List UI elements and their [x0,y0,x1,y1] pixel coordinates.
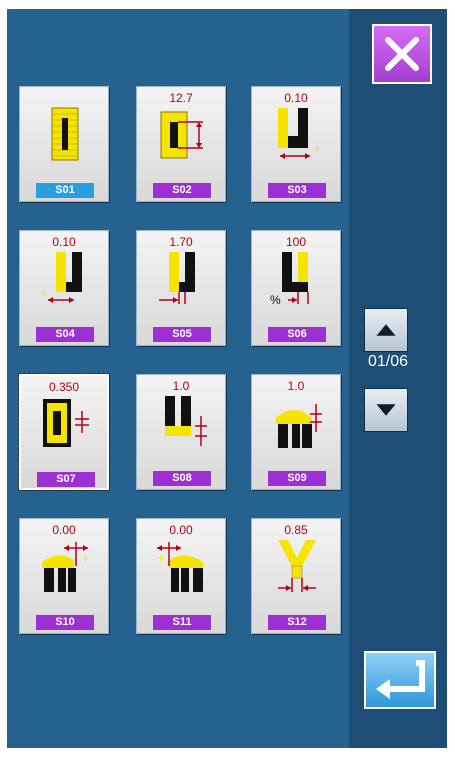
pattern-grid: S01 12.7 S02 0.10 + S03 0.10 + S04 1.70 … [18,86,341,646]
pattern-label: S07 [37,472,95,487]
svg-text:+: + [157,551,164,565]
close-icon [385,37,419,71]
pattern-label: S04 [36,327,94,342]
pattern-button-s05[interactable]: 1.70 S05 [136,230,226,346]
pattern-label: S01 [36,183,94,198]
pattern-value: 100 [285,235,307,249]
svg-text:+: + [82,551,89,565]
pattern-value [20,91,108,105]
pattern-label: S10 [36,615,94,630]
arch-right-offset-icon: + [42,542,89,592]
pattern-button-s07[interactable]: 0.350 S07 [18,373,110,491]
pattern-value: 1.0 [172,379,190,393]
y-bartack-gap-icon [278,540,316,592]
bartack-width-icon [43,399,89,447]
pattern-button-s12[interactable]: 0.85 S12 [251,518,341,634]
pattern-button-s04[interactable]: 0.10 + S04 [19,230,109,346]
pattern-label: S06 [268,327,326,342]
pattern-button-s01[interactable]: S01 [19,86,109,202]
svg-text:+: + [40,285,47,299]
pattern-value: 1.70 [169,235,193,249]
pattern-button-s08[interactable]: 1.0 S08 [136,374,226,490]
eyelet-density-icon: % [270,252,309,306]
enter-button[interactable] [364,651,436,709]
page-down-button[interactable] [364,388,408,432]
pattern-value: 12.7 [169,91,193,105]
page-indicator: 01/06 [367,353,409,370]
eyelet-left-offset-icon: + [40,252,82,303]
pattern-button-s03[interactable]: 0.10 + S03 [251,86,341,202]
up-arrow-icon [376,324,396,336]
pattern-label: S02 [153,183,211,198]
pattern-value: 0.10 [284,91,308,105]
u-bartack-height-icon [165,396,207,446]
down-arrow-icon [376,404,396,416]
rectangle-bartack-icon [51,107,79,161]
pattern-label: S12 [268,615,326,630]
pattern-value: 1.0 [287,379,305,393]
pattern-label: S11 [153,615,211,630]
pattern-value: 0.00 [52,523,76,537]
eyelet-offset-icon: + [278,108,321,159]
eyelet-gap-icon [159,252,195,304]
length-bartack-icon [160,111,203,159]
pattern-button-s09[interactable]: 1.0 S09 [251,374,341,490]
pattern-label: S05 [153,327,211,342]
pattern-button-s02[interactable]: 12.7 S02 [136,86,226,202]
page-up-button[interactable] [364,308,408,352]
pattern-label: S09 [268,471,326,486]
arch-left-offset-icon: + [157,542,203,592]
sidebar [349,9,447,748]
pattern-value: 0.00 [169,523,193,537]
pattern-value: 0.350 [48,380,80,394]
pattern-button-s06[interactable]: 100 % S06 [251,230,341,346]
arch-bartack-height-icon [276,404,322,448]
pattern-value: 0.85 [284,523,308,537]
pattern-button-s11[interactable]: 0.00 + S11 [136,518,226,634]
pattern-button-s10[interactable]: 0.00 + S10 [19,518,109,634]
pattern-label: S03 [268,183,326,198]
percent-mark: % [270,293,281,306]
svg-text:+: + [314,141,321,155]
pattern-label: S08 [153,471,211,486]
pattern-value: 0.10 [52,235,76,249]
close-button[interactable] [372,24,432,84]
enter-icon [376,660,425,699]
